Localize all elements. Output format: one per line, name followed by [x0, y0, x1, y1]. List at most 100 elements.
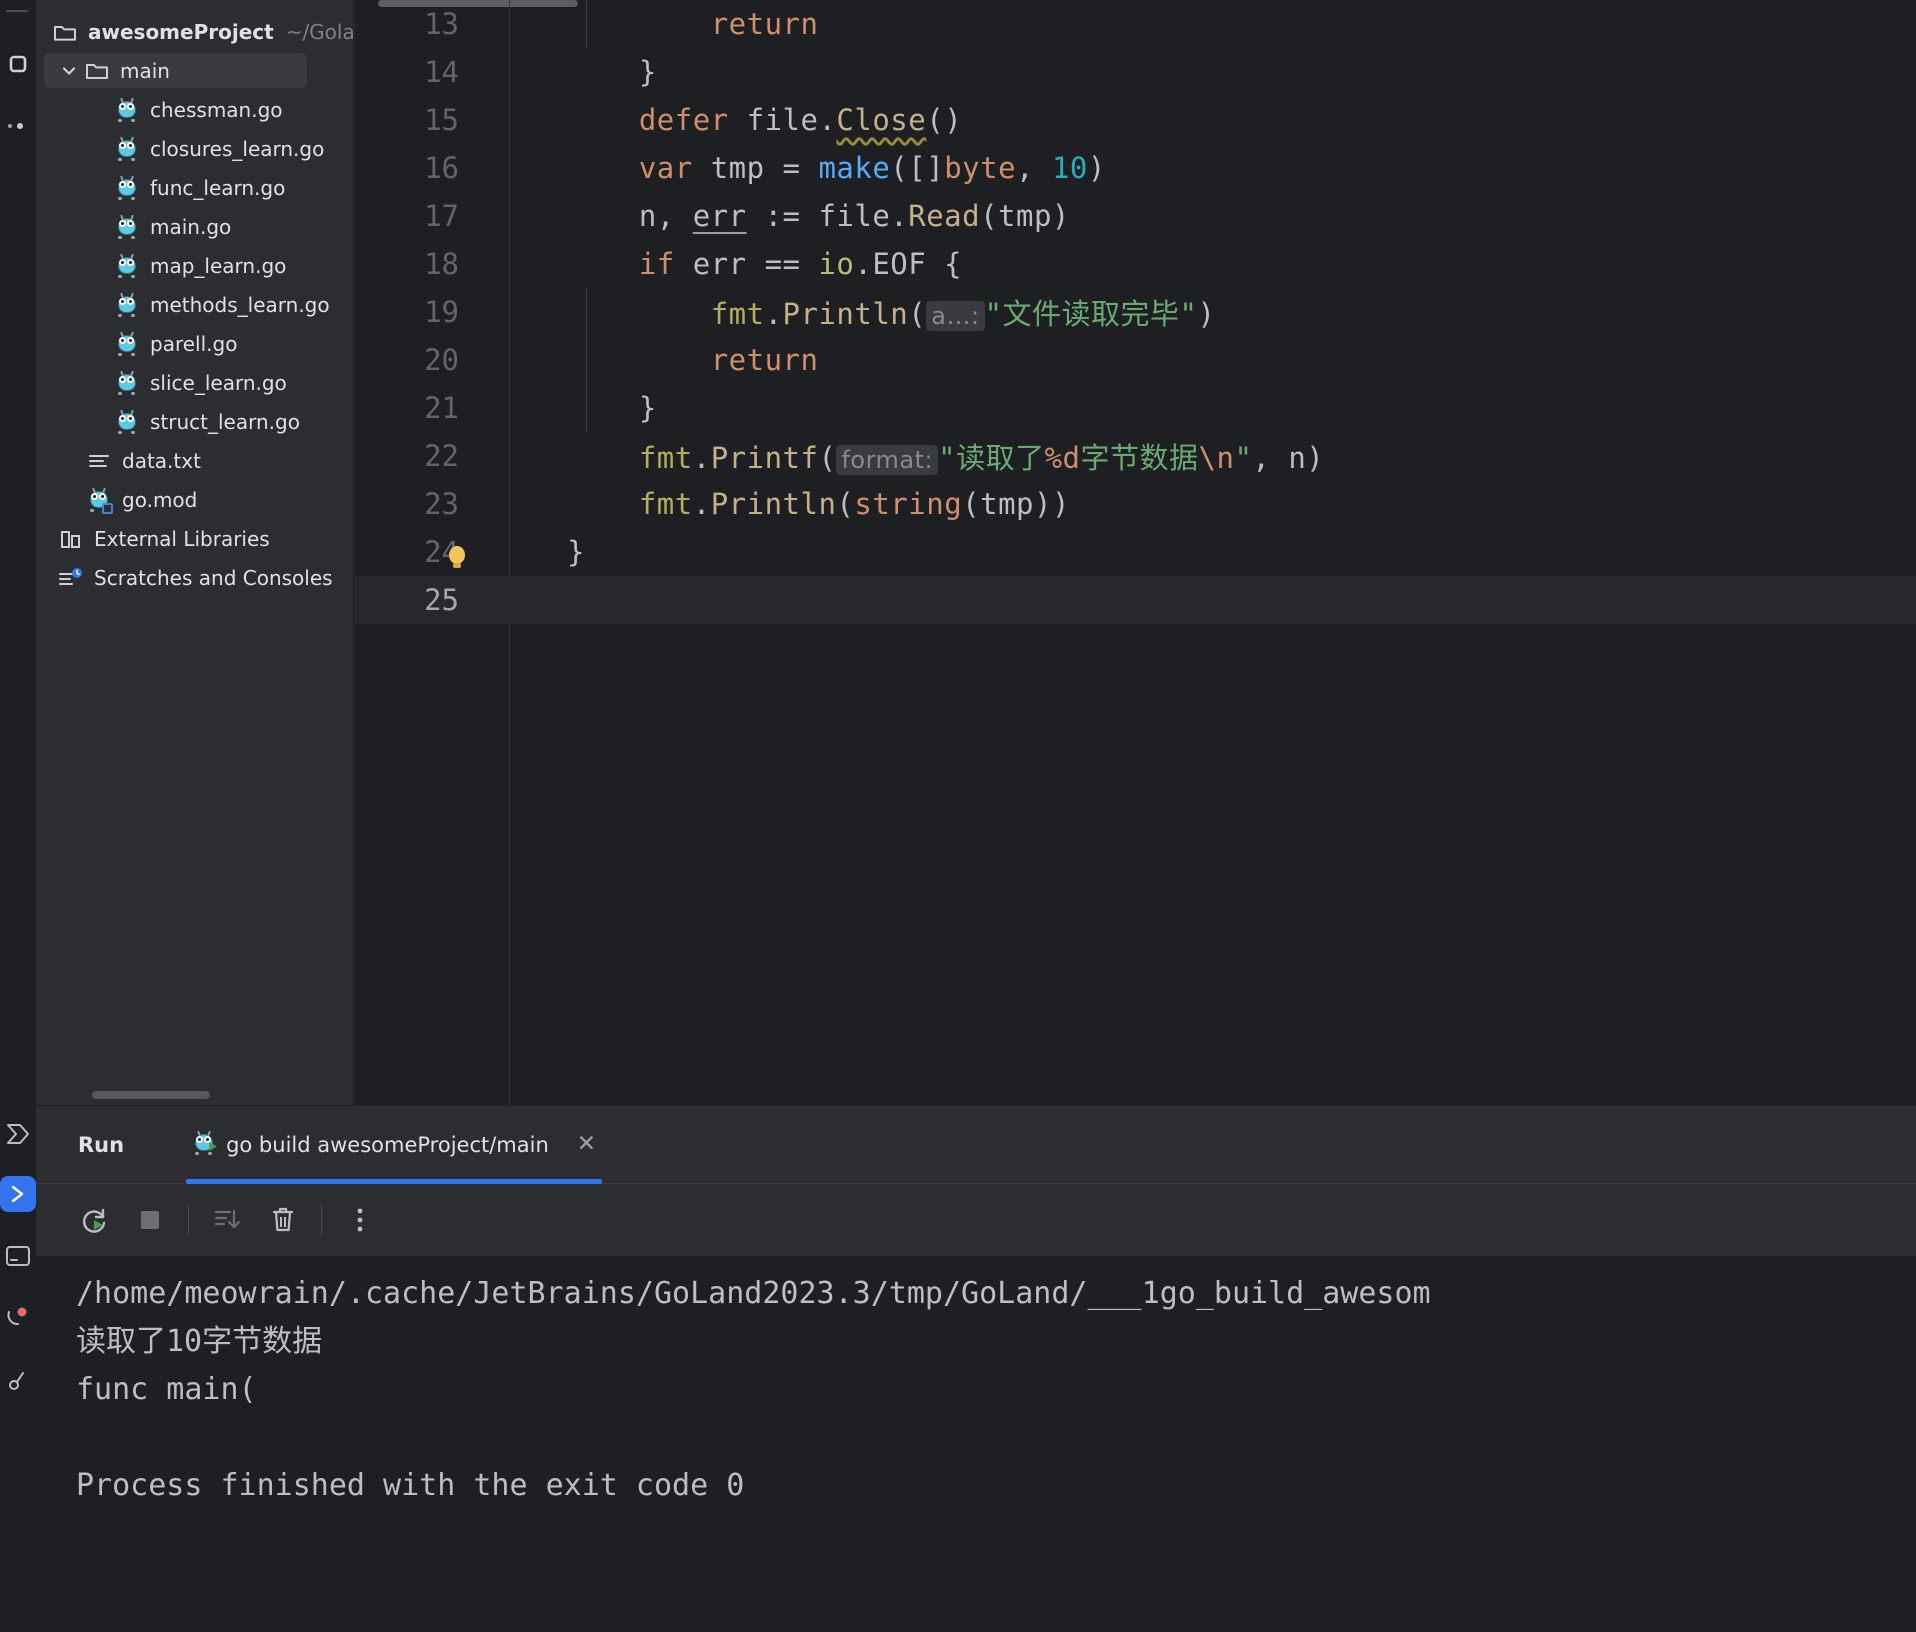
intention-bulb-icon[interactable]	[446, 542, 468, 572]
tree-row-go-mod[interactable]: go.mod	[36, 480, 353, 519]
trash-icon[interactable]	[255, 1192, 311, 1248]
tree-row-main-go[interactable]: main.go	[36, 207, 353, 246]
tree-row-parell-go[interactable]: parell.go	[36, 324, 353, 363]
tree-row-map-learn-go[interactable]: map_learn.go	[36, 246, 353, 285]
line-number: 17	[354, 199, 484, 233]
scratches-icon	[56, 567, 86, 589]
code-token: err ==	[675, 247, 819, 281]
code-token: %d	[1045, 441, 1081, 475]
line-number: 21	[354, 391, 484, 425]
problems-tool-icon[interactable]	[0, 1300, 36, 1336]
code-token: , n)	[1252, 441, 1324, 475]
console-output[interactable]: /home/meowrain/.cache/JetBrains/GoLand20…	[36, 1256, 1916, 1632]
line-number: 18	[354, 247, 484, 281]
tree-row-struct-learn-go[interactable]: struct_learn.go	[36, 402, 353, 441]
code-token: "文件读取完毕"	[985, 297, 1198, 331]
project-tool-icon[interactable]	[0, 46, 36, 82]
tree-row-external-libraries[interactable]: External Libraries	[36, 519, 353, 558]
tree-row-slice-learn-go[interactable]: slice_learn.go	[36, 363, 353, 402]
folder-icon	[50, 22, 80, 42]
line-number: 14	[354, 55, 484, 89]
toolbar-divider	[188, 1205, 189, 1235]
code-text: var tmp = make([]byte, 10)	[510, 151, 1106, 185]
code-token: )	[1088, 151, 1106, 185]
parameter-hint: a…:	[926, 301, 984, 331]
code-line[interactable]: 21 }	[354, 384, 1916, 432]
run-tool-icon[interactable]	[0, 1176, 36, 1212]
code-token: io	[818, 247, 854, 281]
code-text: n, err := file.Read(tmp)	[510, 199, 1070, 233]
code-line[interactable]: 17 n, err := file.Read(tmp)	[354, 192, 1916, 240]
go-file-icon	[112, 254, 142, 278]
tree-row-closures-learn-go[interactable]: closures_learn.go	[36, 129, 353, 168]
go-file-icon	[112, 410, 142, 434]
tree-item-label: struct_learn.go	[150, 410, 300, 434]
tree-item-label: main.go	[150, 215, 231, 239]
code-token: Printf	[711, 441, 819, 475]
go-file-icon	[112, 176, 142, 200]
tree-item-label: func_learn.go	[150, 176, 285, 200]
code-text: return	[510, 7, 818, 41]
line-number: 23	[354, 487, 484, 521]
code-line[interactable]: 24}	[354, 528, 1916, 576]
tree-row-data-txt[interactable]: data.txt	[36, 441, 353, 480]
code-line[interactable]: 15 defer file.Close()	[354, 96, 1916, 144]
code-line[interactable]: 19 fmt.Println(a…:"文件读取完毕")	[354, 288, 1916, 336]
code-token: (tmp))	[962, 487, 1070, 521]
run-tab-active-indicator	[186, 1179, 602, 1184]
code-line[interactable]: 20 return	[354, 336, 1916, 384]
run-tab-go-build[interactable]: go build awesomeProject/main ✕	[186, 1106, 602, 1184]
project-horizontal-scrollbar[interactable]	[92, 1091, 210, 1099]
tree-row-func-learn-go[interactable]: func_learn.go	[36, 168, 353, 207]
rerun-button[interactable]	[66, 1192, 122, 1248]
tree-item-label: slice_learn.go	[150, 371, 287, 395]
code-text: return	[510, 343, 818, 377]
code-line[interactable]: 25	[354, 576, 1916, 624]
code-editor[interactable]: 13 return14 }15 defer file.Close()16 var…	[354, 0, 1916, 1105]
code-line[interactable]: 18 if err == io.EOF {	[354, 240, 1916, 288]
project-root-path: ~/Gola	[286, 20, 354, 44]
text-file-icon	[84, 451, 114, 471]
console-line: func main(	[76, 1366, 1916, 1414]
code-line[interactable]: 13 return	[354, 0, 1916, 48]
kebab-menu-icon[interactable]	[332, 1192, 388, 1248]
tree-row-project-root[interactable]: awesomeProject ~/Gola	[36, 12, 353, 51]
line-number: 13	[354, 7, 484, 41]
code-line[interactable]: 14 }	[354, 48, 1916, 96]
close-icon[interactable]: ✕	[577, 1133, 596, 1156]
code-token	[567, 343, 711, 377]
tree-item-label: go.mod	[122, 488, 197, 512]
code-token: Read	[908, 199, 980, 233]
chevron-down-icon[interactable]	[56, 62, 82, 80]
code-token: \n	[1199, 441, 1235, 475]
services-tool-icon[interactable]	[0, 1238, 36, 1274]
code-line[interactable]: 16 var tmp = make([]byte, 10)	[354, 144, 1916, 192]
tree-item-label: parell.go	[150, 332, 237, 356]
rail-divider	[6, 10, 28, 12]
code-token	[567, 7, 711, 41]
scroll-to-end-button[interactable]	[199, 1192, 255, 1248]
code-line[interactable]: 22 fmt.Printf(format:"读取了%d字节数据\n", n)	[354, 432, 1916, 480]
tree-row-main[interactable]: main	[36, 51, 353, 90]
code-line[interactable]: 23 fmt.Println(string(tmp))	[354, 480, 1916, 528]
stop-button[interactable]	[122, 1192, 178, 1248]
code-token: .EOF {	[854, 247, 962, 281]
code-token: .	[765, 297, 783, 331]
code-token: (tmp)	[980, 199, 1070, 233]
project-tool-window[interactable]: awesomeProject ~/Gola mainchessman.goclo…	[36, 0, 354, 1105]
code-token	[567, 103, 639, 137]
code-token: byte	[944, 151, 1016, 185]
bookmarks-tool-icon[interactable]	[0, 108, 36, 144]
go-file-icon	[112, 371, 142, 395]
profiler-tool-icon[interactable]	[0, 1362, 36, 1398]
line-number: 20	[354, 343, 484, 377]
tree-row-scratches-and-consoles[interactable]: Scratches and Consoles	[36, 558, 353, 597]
terminal-tool-icon[interactable]	[0, 1116, 36, 1152]
line-number: 15	[354, 103, 484, 137]
library-icon	[56, 528, 86, 550]
tree-row-chessman-go[interactable]: chessman.go	[36, 90, 353, 129]
code-token: err	[693, 199, 747, 233]
code-token: file.	[729, 103, 837, 137]
code-token	[567, 151, 639, 185]
tree-row-methods-learn-go[interactable]: methods_learn.go	[36, 285, 353, 324]
